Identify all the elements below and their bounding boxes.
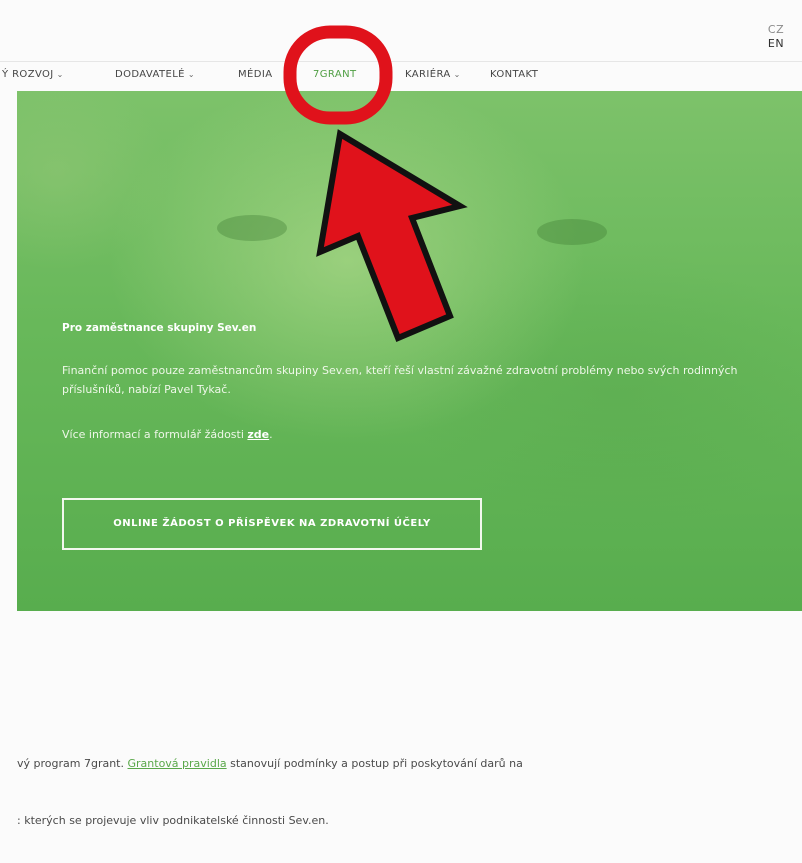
online-request-button[interactable]: ONLINE ŽÁDOST O PŘÍSPĚVEK NA ZDRAVOTNÍ Ú…	[62, 498, 482, 550]
nav-item-kontakt[interactable]: KONTAKT	[490, 69, 538, 80]
lang-cz-link[interactable]: CZ	[764, 23, 788, 37]
grant-program-paragraph: vý program 7grant. Grantová pravidla sta…	[17, 757, 523, 770]
nav-item-media[interactable]: MÉDIA	[238, 69, 272, 80]
main-navigation: Ý ROZVOJ ⌄ DODAVATELÉ ⌄ MÉDIA 7GRANT KARIÉ…	[0, 61, 802, 91]
hero-banner: Pro zaměstnance skupiny Sev.en Finanční …	[17, 91, 802, 611]
hero-photo-detail	[537, 219, 607, 245]
hero-more-link[interactable]: zde	[247, 428, 269, 441]
grant-scope-paragraph: : kterých se projevuje vliv podnikatelsk…	[17, 814, 329, 827]
hero-description: Finanční pomoc pouze zaměstnancům skupin…	[62, 364, 738, 396]
lang-en-link[interactable]: EN	[764, 37, 788, 51]
language-switch: CZ EN	[764, 23, 788, 51]
nav-item-kariera[interactable]: KARIÉRA ⌄	[405, 69, 461, 80]
chevron-down-icon: ⌄	[187, 70, 195, 79]
hero-photo-detail	[217, 215, 287, 241]
nav-item-dodavatele[interactable]: DODAVATELÉ ⌄	[115, 69, 195, 80]
hero-more-info: Více informací a formulář žádosti zde.	[62, 428, 273, 441]
chevron-down-icon: ⌄	[56, 70, 64, 79]
chevron-down-icon: ⌄	[453, 70, 461, 79]
hero-title: Pro zaměstnance skupiny Sev.en	[62, 322, 257, 334]
nav-item-7grant[interactable]: 7GRANT	[313, 69, 356, 80]
grant-rules-link[interactable]: Grantová pravidla	[128, 757, 227, 770]
nav-item-rozvoj[interactable]: Ý ROZVOJ ⌄	[2, 69, 64, 80]
